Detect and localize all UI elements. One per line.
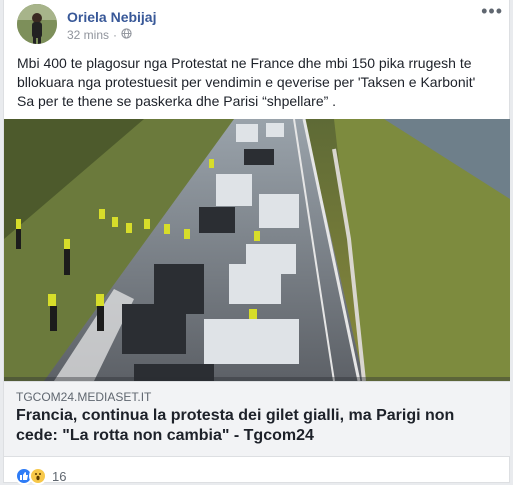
post-meta: 32 mins · bbox=[67, 28, 132, 42]
link-domain: TGCOM24.MEDIASET.IT bbox=[16, 390, 152, 404]
wow-reaction-icon bbox=[29, 467, 47, 485]
link-preview-box[interactable]: TGCOM24.MEDIASET.IT Francia, continua la… bbox=[4, 381, 510, 457]
post-header: Oriela Nebijaj 32 mins · ••• bbox=[17, 2, 502, 44]
author-avatar[interactable] bbox=[17, 4, 57, 44]
more-options-icon[interactable]: ••• bbox=[481, 2, 503, 20]
link-headline[interactable]: Francia, continua la protesta dei gilet … bbox=[16, 406, 486, 446]
post-text: Mbi 400 te plagosur nga Protestat ne Fra… bbox=[17, 54, 499, 111]
reaction-count[interactable]: 16 bbox=[52, 469, 66, 484]
post-text-line: Mbi 400 te plagosur nga Protestat ne Fra… bbox=[17, 55, 472, 71]
link-preview-image[interactable] bbox=[4, 119, 510, 381]
feed-post: Oriela Nebijaj 32 mins · ••• Mbi 400 te … bbox=[3, 0, 510, 485]
reactions-bar[interactable]: 16 bbox=[15, 467, 66, 485]
post-time[interactable]: 32 mins bbox=[67, 28, 109, 42]
author-name[interactable]: Oriela Nebijaj bbox=[67, 9, 156, 25]
globe-icon bbox=[121, 28, 132, 42]
post-text-line: Sa per te thene se paskerka dhe Parisi “… bbox=[17, 93, 337, 109]
post-text-line: bllokuara nga protestuesit per vendimin … bbox=[17, 74, 476, 90]
